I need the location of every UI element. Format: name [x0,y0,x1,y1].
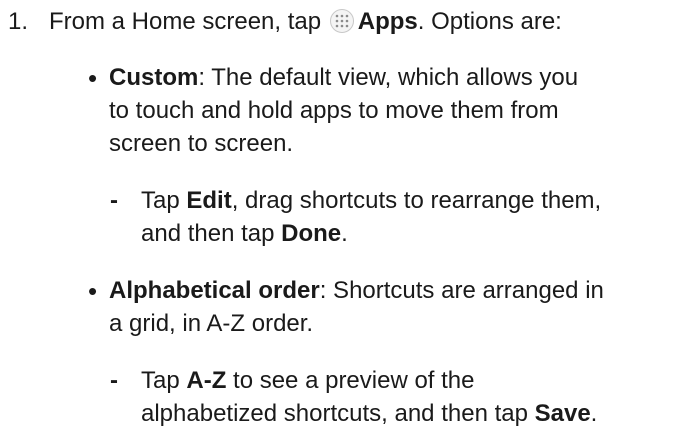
bullet-icon: • [88,276,98,306]
done-label: Done [281,220,342,247]
option-custom-desc: : The default view, which allows you [198,64,579,91]
edit-label: Edit [186,187,232,214]
dash-icon: - [110,367,118,394]
option-custom-title: Custom [109,64,199,91]
save-label: Save [534,400,591,427]
a-z-label: A-Z [186,367,227,394]
sub-text: Tap [141,187,187,214]
sub-text: and then tap [141,220,282,247]
option-alpha-title: Alphabetical order [109,277,320,304]
dash-icon: - [110,187,118,214]
option-custom-desc-3: screen to screen. [109,130,294,157]
sub-text: . [341,220,348,247]
sub-text: , drag shortcuts to rearrange them, [231,187,602,214]
bullet-icon: • [88,63,98,93]
sub-text: . [590,400,598,427]
option-alpha-desc: : Shortcuts are arranged in [319,277,604,304]
instructions-page: 1. From a Home screen, tap Apps. Options… [0,0,676,438]
apps-grid-icon [329,9,354,33]
option-custom-desc-2: to touch and hold apps to move them from [109,97,559,124]
step-number: 1. [8,8,29,35]
sub-text: alphabetized shortcuts, and then tap [141,400,535,427]
sub-text: Tap [141,367,187,394]
step-text-before: From a Home screen, tap [49,8,322,35]
step-text: From a Home screen, tap Apps. Options ar… [49,6,562,38]
apps-label: Apps [357,8,418,35]
step-text-after: . Options are: [417,8,562,35]
sub-text: to see a preview of the [226,367,475,394]
option-alpha-desc-2: a grid, in A-Z order. [109,310,314,337]
